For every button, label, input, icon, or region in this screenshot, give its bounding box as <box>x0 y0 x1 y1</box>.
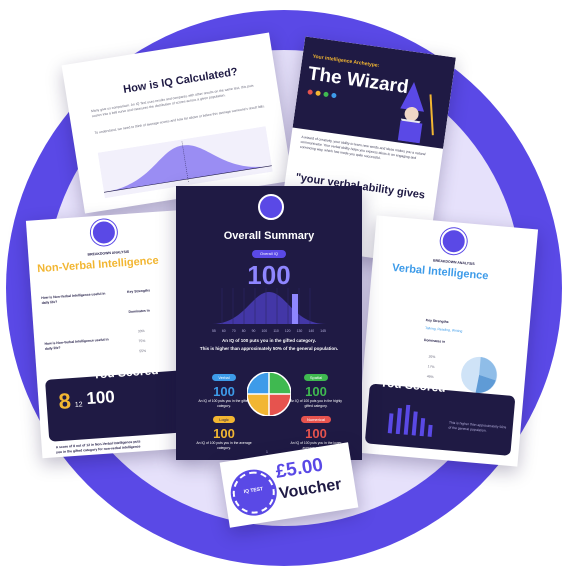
nonverbal-q1: How is Non-Verbal Intelligence useful in… <box>41 291 106 305</box>
card-label: Spatial <box>303 374 329 381</box>
card-label: Logic <box>213 416 235 423</box>
tick-label: 60 <box>221 329 226 333</box>
verbal-key-strengths: Key Strengths <box>425 318 449 325</box>
nonverbal-pct-2: 75% <box>138 338 146 344</box>
tick-label: 130 <box>296 329 303 333</box>
voucher-badge-icon: IQ TEST <box>229 468 278 517</box>
verbal-dominates: Dominates in <box>423 337 446 344</box>
summary-axis-ticks: 55 60 70 80 90 100 110 120 130 140 145 <box>212 329 326 334</box>
wizard-header: Your intelligence Archetype: The Wizard <box>292 36 456 149</box>
nonverbal-pct-3: 55% <box>139 348 147 354</box>
card-value: 100 <box>305 384 327 399</box>
summary-overall-value: 100 <box>247 260 291 290</box>
summary-higher-sentence: This is higher than approximately 50% of… <box>199 346 339 351</box>
verbal-page: BREAKDOWN ANALYSIS Verbal Intelligence K… <box>355 215 539 467</box>
voucher-badge-text: IQ TEST <box>243 486 264 496</box>
verbal-pct-1: 26% <box>428 354 436 360</box>
summary-overall-label: Overall IQ <box>252 250 286 258</box>
wizard-dots <box>307 89 337 99</box>
tick-label: 145 <box>320 329 326 333</box>
verbal-caption: This is higher than approximately 50% of… <box>448 420 507 433</box>
nonverbal-score-panel: You Scored 8 12 100 <box>45 363 194 442</box>
card-value: 100 <box>213 384 235 399</box>
verbal-score-panel: You Scored This is higher than approxima… <box>364 375 516 456</box>
nonverbal-dominates: Dominates in <box>128 308 150 314</box>
nonverbal-score-num: 8 <box>57 388 72 415</box>
summary-card-verbal: Verbal 100 An IQ of 100 puts you in the … <box>196 366 252 409</box>
summary-card-logic: Logic 100 An IQ of 100 puts you in the a… <box>196 408 252 451</box>
tick-label: 140 <box>308 329 315 333</box>
summary-pie-chart <box>247 372 291 416</box>
summary-card-spatial: Spatial 100 An IQ of 100 puts you in the… <box>288 366 344 409</box>
verbal-strengths: Talking, Reading, Writing <box>424 326 463 334</box>
nonverbal-score-value: 100 <box>85 387 116 409</box>
card-value: 100 <box>305 426 327 441</box>
card-value: 100 <box>213 426 235 441</box>
verbal-pie-chart <box>461 356 498 393</box>
verbal-badge-icon <box>439 227 468 256</box>
nonverbal-score-den: 12 <box>74 401 83 409</box>
tick-label: 80 <box>241 329 246 333</box>
verbal-histogram <box>387 404 433 438</box>
tick-label: 100 <box>261 329 268 333</box>
card-text: An IQ of 100 puts you in the average cat… <box>196 441 252 450</box>
nonverbal-q2: How is Non-Verbal Intelligence useful in… <box>44 337 109 351</box>
nonverbal-you-scored: You Scored <box>92 363 159 382</box>
summary-iq-sentence: An IQ of 100 puts you in the gifted cate… <box>222 338 316 343</box>
tick-label: 120 <box>284 329 291 333</box>
wizard-illustration-icon <box>397 82 434 144</box>
nonverbal-pct-1: 33% <box>137 328 145 334</box>
tick-label: 90 <box>251 329 256 333</box>
nonverbal-badge-icon <box>90 218 118 247</box>
summary-bell-chart <box>212 288 326 324</box>
summary-title: Overall Summary <box>223 230 315 242</box>
nonverbal-key-strengths: Key Strengths <box>126 288 151 294</box>
tick-label: 110 <box>273 329 279 333</box>
card-label: Verbal <box>212 374 236 381</box>
summary-badge-icon <box>258 194 284 220</box>
overall-summary-page: Overall Summary Overall IQ 100 55 60 70 … <box>176 186 362 460</box>
verbal-you-scored: You Scored <box>379 375 447 396</box>
card-label: Numerical <box>300 416 331 423</box>
tick-label: 55 <box>212 329 216 333</box>
tick-label: 70 <box>231 329 236 333</box>
verbal-pct-2: 17% <box>427 364 435 370</box>
